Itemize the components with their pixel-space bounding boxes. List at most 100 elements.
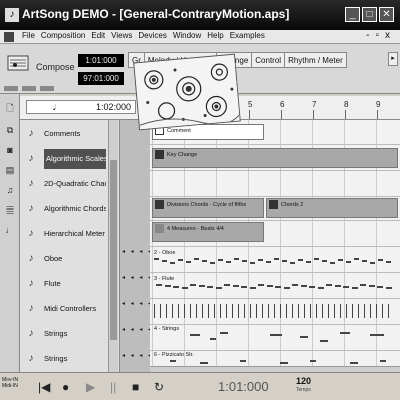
scrollbar-thumb[interactable] (110, 160, 117, 340)
controller-event[interactable] (202, 304, 203, 318)
loop-button[interactable]: ↻ (154, 380, 164, 394)
note-event[interactable] (282, 260, 287, 262)
note-event[interactable] (215, 287, 222, 289)
note-event[interactable] (275, 286, 281, 288)
menu-item-examples[interactable]: Examples (230, 31, 265, 40)
track-control-buttons[interactable]: ◂ ◂ ◂ ◂ (122, 248, 153, 255)
note-event[interactable] (250, 262, 255, 264)
maximize-button[interactable]: □ (362, 7, 377, 22)
controller-event[interactable] (220, 304, 221, 318)
note-event[interactable] (326, 284, 332, 286)
note-event[interactable] (173, 286, 179, 288)
menu-item-composition[interactable]: Composition (41, 31, 85, 40)
meter-region[interactable]: 4 Measures - Beats 4/4 (152, 222, 264, 242)
menu-item-file[interactable]: File (22, 31, 35, 40)
menu-item-window[interactable]: Window (173, 31, 201, 40)
note-event[interactable] (377, 286, 383, 288)
camera-icon[interactable]: ◙ (4, 144, 16, 156)
document-icon[interactable] (4, 32, 14, 42)
controller-event[interactable] (388, 304, 389, 318)
chords-region-2[interactable]: Chords 2 (266, 198, 398, 218)
track-control-buttons[interactable]: ◂ ◂ ◂ ◂ (122, 274, 153, 281)
stop-button[interactable]: ■ (132, 380, 139, 394)
note-event[interactable] (190, 334, 200, 336)
controller-event[interactable] (340, 304, 341, 318)
note-event[interactable] (306, 261, 311, 263)
instrument-item[interactable]: Strings (44, 324, 106, 344)
controller-event[interactable] (346, 304, 347, 318)
note-event[interactable] (170, 360, 176, 362)
controller-event[interactable] (304, 304, 305, 318)
controller-event[interactable] (310, 304, 311, 318)
controller-event[interactable] (244, 304, 245, 318)
compose-icon[interactable] (6, 52, 30, 74)
note-event[interactable] (194, 258, 199, 260)
record-button[interactable]: ● (62, 380, 69, 394)
note-event[interactable] (280, 362, 288, 364)
note-event[interactable] (350, 362, 358, 364)
key-change-region[interactable]: Key Change (152, 148, 398, 168)
note-event[interactable] (292, 284, 298, 286)
note-event[interactable] (232, 285, 239, 287)
note-event[interactable] (378, 259, 383, 261)
note-event[interactable] (240, 360, 246, 362)
track-control-buttons[interactable]: ◂ ◂ ◂ ◂ (122, 352, 153, 359)
chords-region[interactable]: Divisions Chords - Cycle of fifths (152, 198, 264, 218)
note-event[interactable] (226, 261, 231, 263)
note-event[interactable] (309, 286, 315, 288)
note-event[interactable] (266, 261, 271, 263)
layers-icon[interactable]: ⧉ (4, 124, 16, 136)
controller-event[interactable] (232, 304, 233, 318)
note-event[interactable] (178, 259, 183, 261)
menu-item-edit[interactable]: Edit (91, 31, 105, 40)
compose-label[interactable]: Compose (36, 62, 75, 72)
note-event[interactable] (162, 260, 167, 262)
staff-icon[interactable]: 𝄚 (4, 204, 16, 216)
position-box[interactable]: 𝅘𝅥 1:02:000 (26, 100, 136, 114)
note-event[interactable] (181, 287, 188, 289)
menu-item-devices[interactable]: Devices (138, 31, 166, 40)
controller-event[interactable] (370, 304, 371, 318)
note-event[interactable] (258, 284, 264, 286)
controller-event[interactable] (280, 304, 281, 318)
note-event[interactable] (334, 285, 341, 287)
controller-event[interactable] (328, 304, 329, 318)
note-event[interactable] (170, 262, 175, 264)
instrument-item[interactable]: Oboe (44, 249, 106, 269)
note-event[interactable] (200, 362, 208, 364)
menu-item-help[interactable]: Help (207, 31, 223, 40)
note-event[interactable] (241, 286, 247, 288)
track-lanes[interactable]: Comment Key Change Divisions Chords - Cy… (150, 120, 400, 372)
note-event[interactable] (368, 285, 375, 287)
tempo-value[interactable]: 120 (296, 376, 311, 386)
note-event[interactable] (218, 259, 223, 261)
instrument-item[interactable]: Strings (44, 349, 106, 369)
note-event[interactable] (242, 260, 247, 262)
note-event[interactable] (317, 287, 324, 289)
controller-event[interactable] (376, 304, 377, 318)
controller-event[interactable] (250, 304, 251, 318)
note-event[interactable] (300, 336, 308, 338)
note-event[interactable] (154, 258, 159, 260)
controller-event[interactable] (184, 304, 185, 318)
note-event[interactable] (370, 262, 375, 264)
controller-event[interactable] (298, 304, 299, 318)
controller-event[interactable] (226, 304, 227, 318)
book-icon[interactable]: ▤ (4, 164, 16, 176)
controller-event[interactable] (178, 304, 179, 318)
note-event[interactable] (210, 338, 216, 340)
new-file-icon[interactable]: 🗋 (4, 102, 16, 114)
mdi-restore-button[interactable]: ▫ (375, 30, 385, 41)
controller-event[interactable] (382, 304, 383, 318)
note-event[interactable] (164, 285, 171, 287)
controller-event[interactable] (196, 304, 197, 318)
note-event[interactable] (322, 260, 327, 262)
controller-event[interactable] (316, 304, 317, 318)
note-event[interactable] (249, 287, 256, 289)
instrument-item[interactable]: Flute (44, 274, 106, 294)
note-event[interactable] (346, 261, 351, 263)
note-event[interactable] (258, 259, 263, 261)
pause-button[interactable]: || (110, 380, 116, 394)
track-control-buttons[interactable]: ◂ ◂ ◂ ◂ (122, 300, 153, 307)
instrument-item[interactable]: Midi Controllers (44, 299, 106, 319)
